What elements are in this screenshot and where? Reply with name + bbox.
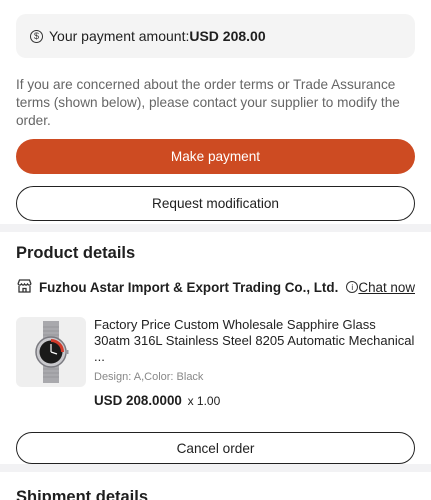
product-details-title: Product details [16,244,136,262]
supplier-name[interactable]: Fuzhou Astar Import & Export Trading Co.… [39,280,338,295]
info-icon[interactable]: i [346,281,359,293]
modification-notice: If you are concerned about the order ter… [16,77,400,128]
dollar-circle-icon: $ [30,29,43,43]
cancel-order-button[interactable]: Cancel order [16,432,415,464]
item-info: Factory Price Custom Wholesale Sapphire … [94,317,415,408]
make-payment-button[interactable]: Make payment [16,139,415,174]
shipment-details-section: Shipment details [0,472,431,500]
shipment-details-title: Shipment details [16,488,149,500]
item-price-row: USD 208.0000 x 1.00 [94,393,415,408]
order-item[interactable]: Factory Price Custom Wholesale Sapphire … [16,317,415,408]
item-title[interactable]: Factory Price Custom Wholesale Sapphire … [94,317,415,365]
payment-amount-value: USD 208.00 [189,28,266,44]
payment-section: $ Your payment amount: USD 208.00 If you… [0,0,431,224]
product-thumbnail[interactable] [16,317,86,387]
request-modification-button[interactable]: Request modification [16,186,415,221]
payment-amount-label: Your payment amount: [49,28,190,44]
chat-now-link[interactable]: Chat now [358,280,415,295]
product-details-section: Product details Fuzhou Astar Import & Ex… [0,232,431,464]
payment-amount-box: $ Your payment amount: USD 208.00 [16,14,415,58]
item-variant: Design: A,Color: Black [94,371,204,383]
store-icon [16,278,33,297]
supplier-row: Fuzhou Astar Import & Export Trading Co.… [16,277,415,297]
item-quantity: x 1.00 [187,394,221,408]
item-price: USD 208.0000 [94,393,182,408]
